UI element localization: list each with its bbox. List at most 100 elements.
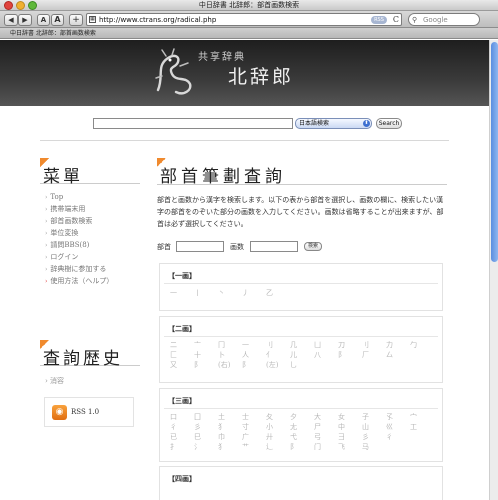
radical-link[interactable]: 士 bbox=[242, 412, 266, 422]
radical-link[interactable]: 亻 bbox=[266, 350, 290, 360]
radical-link[interactable]: 子 bbox=[362, 412, 386, 422]
sidebar-item-top[interactable]: › Top bbox=[45, 191, 140, 203]
site-search-input[interactable] bbox=[93, 118, 293, 129]
history-clear-link[interactable]: › 消容 bbox=[45, 376, 64, 386]
forward-button[interactable]: ▶ bbox=[18, 14, 32, 26]
url-text[interactable]: http://www.ctrans.org/radical.php bbox=[99, 14, 216, 26]
radical-link[interactable]: 亠 bbox=[194, 340, 218, 350]
radical-link[interactable]: 已 bbox=[170, 432, 194, 442]
radical-link[interactable]: 丨 bbox=[194, 288, 218, 298]
radical-link[interactable]: 氵 bbox=[194, 442, 218, 452]
sidebar-item-unit-conversion[interactable]: › 単位変換 bbox=[45, 227, 140, 239]
tab-current[interactable]: 中日辞書 北辞郎：部首画数検索 bbox=[4, 28, 124, 39]
radical-link[interactable]: 口 bbox=[170, 412, 194, 422]
radical-link[interactable]: 彡 bbox=[362, 432, 386, 442]
radical-link[interactable]: 中 bbox=[338, 422, 362, 432]
radical-link[interactable]: 门 bbox=[314, 442, 338, 452]
sidebar-item-radical-search[interactable]: › 部首画数検索 bbox=[45, 215, 140, 227]
radical-link[interactable]: 厶 bbox=[386, 350, 410, 360]
radical-link[interactable]: 彐 bbox=[338, 432, 362, 442]
radical-search-button[interactable]: 検索 bbox=[304, 242, 322, 251]
radical-link[interactable]: 匚 bbox=[170, 350, 194, 360]
radical-link[interactable]: 人 bbox=[242, 350, 266, 360]
radical-link[interactable]: 艹 bbox=[242, 442, 266, 452]
radical-link[interactable]: (左) bbox=[266, 360, 290, 370]
text-smaller-button[interactable]: A bbox=[37, 14, 50, 26]
add-bookmark-button[interactable]: + bbox=[69, 14, 83, 26]
radical-link[interactable]: 大 bbox=[314, 412, 338, 422]
radical-link[interactable]: 阝 bbox=[194, 360, 218, 370]
radical-link[interactable]: 扌 bbox=[170, 442, 194, 452]
radical-link[interactable]: 乙 bbox=[266, 288, 290, 298]
radical-link[interactable]: 寸 bbox=[242, 422, 266, 432]
radical-link[interactable]: 又 bbox=[170, 360, 194, 370]
radical-link[interactable]: 巾 bbox=[218, 432, 242, 442]
radical-link[interactable]: 犭 bbox=[218, 422, 242, 432]
radical-link[interactable]: 丶 bbox=[218, 288, 242, 298]
radical-link[interactable]: 几 bbox=[290, 340, 314, 350]
radical-link[interactable]: 八 bbox=[314, 350, 338, 360]
radical-link[interactable]: 阝 bbox=[290, 442, 314, 452]
radical-link[interactable]: 卜 bbox=[218, 350, 242, 360]
radical-link[interactable]: (右) bbox=[218, 360, 242, 370]
sidebar-item-login[interactable]: › ログイン bbox=[45, 251, 140, 263]
radical-link[interactable]: 山 bbox=[362, 422, 386, 432]
radical-link[interactable]: 马 bbox=[362, 442, 386, 452]
radical-link[interactable]: 凵 bbox=[314, 340, 338, 350]
radical-link[interactable]: 土 bbox=[218, 412, 242, 422]
radical-link[interactable]: 女 bbox=[338, 412, 362, 422]
radical-link[interactable]: 力 bbox=[386, 340, 410, 350]
radical-link[interactable]: 宀 bbox=[410, 412, 434, 422]
sidebar-item-help[interactable]: › 使用方法（ヘルプ） bbox=[45, 275, 140, 287]
radical-link[interactable]: 勹 bbox=[410, 340, 434, 350]
rss-feed-button[interactable]: RSS bbox=[371, 16, 387, 24]
site-search-button[interactable]: Search bbox=[376, 118, 402, 129]
site-logo-text[interactable]: 北辞郎 bbox=[228, 62, 294, 89]
radical-link[interactable]: 弋 bbox=[290, 432, 314, 442]
sidebar-item-bbs[interactable]: › 請問BBS(8) bbox=[45, 239, 140, 251]
radical-link[interactable]: 囗 bbox=[194, 412, 218, 422]
radical-link[interactable]: 厂 bbox=[362, 350, 386, 360]
radical-link[interactable]: 丿 bbox=[242, 288, 266, 298]
radical-link[interactable]: 一 bbox=[242, 340, 266, 350]
back-button[interactable]: ◀ bbox=[4, 14, 18, 26]
radical-link[interactable]: 夕 bbox=[290, 412, 314, 422]
radical-link[interactable]: 彡 bbox=[194, 422, 218, 432]
rss-icon[interactable]: ◉ bbox=[52, 405, 67, 420]
radical-link[interactable]: 广 bbox=[242, 432, 266, 442]
radical-link[interactable]: 儿 bbox=[290, 350, 314, 360]
radical-link[interactable]: 尢 bbox=[290, 422, 314, 432]
radical-link[interactable]: 小 bbox=[266, 422, 290, 432]
radical-link[interactable]: 工 bbox=[410, 422, 434, 432]
radical-link[interactable]: 十 bbox=[194, 350, 218, 360]
radical-link[interactable]: 孓 bbox=[386, 412, 410, 422]
radical-link[interactable]: 冂 bbox=[218, 340, 242, 350]
radical-link[interactable]: 彳 bbox=[170, 422, 194, 432]
radical-link[interactable]: 刂 bbox=[362, 340, 386, 350]
sidebar-item-join[interactable]: › 辞典樹に参加する bbox=[45, 263, 140, 275]
radical-link[interactable]: 尸 bbox=[314, 422, 338, 432]
rss-link[interactable]: RSS 1.0 bbox=[71, 405, 99, 420]
address-bar[interactable]: ▦ http://www.ctrans.org/radical.php RSS … bbox=[86, 13, 402, 26]
radical-link[interactable]: 廾 bbox=[266, 432, 290, 442]
radical-link[interactable]: 夂 bbox=[266, 412, 290, 422]
text-bigger-button[interactable]: A bbox=[51, 14, 64, 26]
radical-link[interactable]: 犭 bbox=[218, 442, 242, 452]
radical-link[interactable]: 阝 bbox=[338, 350, 362, 360]
radical-link[interactable]: 巳 bbox=[194, 432, 218, 442]
radical-link[interactable]: 弓 bbox=[314, 432, 338, 442]
radical-link[interactable]: 刀 bbox=[338, 340, 362, 350]
scrollbar-thumb[interactable] bbox=[491, 42, 498, 262]
radical-link[interactable]: 巛 bbox=[386, 422, 410, 432]
radical-link[interactable]: 飞 bbox=[338, 442, 362, 452]
radical-input[interactable] bbox=[176, 241, 224, 252]
reload-icon[interactable]: C bbox=[393, 14, 399, 26]
vertical-scrollbar[interactable] bbox=[489, 40, 498, 500]
radical-link[interactable]: 乚 bbox=[290, 360, 314, 370]
radical-link[interactable]: 刂 bbox=[266, 340, 290, 350]
browser-search-field[interactable]: ⚲ Google bbox=[408, 13, 480, 26]
strokes-input[interactable] bbox=[250, 241, 298, 252]
radical-link[interactable]: 二 bbox=[170, 340, 194, 350]
radical-link[interactable]: 一 bbox=[170, 288, 194, 298]
radical-link[interactable]: 彳 bbox=[386, 432, 410, 442]
